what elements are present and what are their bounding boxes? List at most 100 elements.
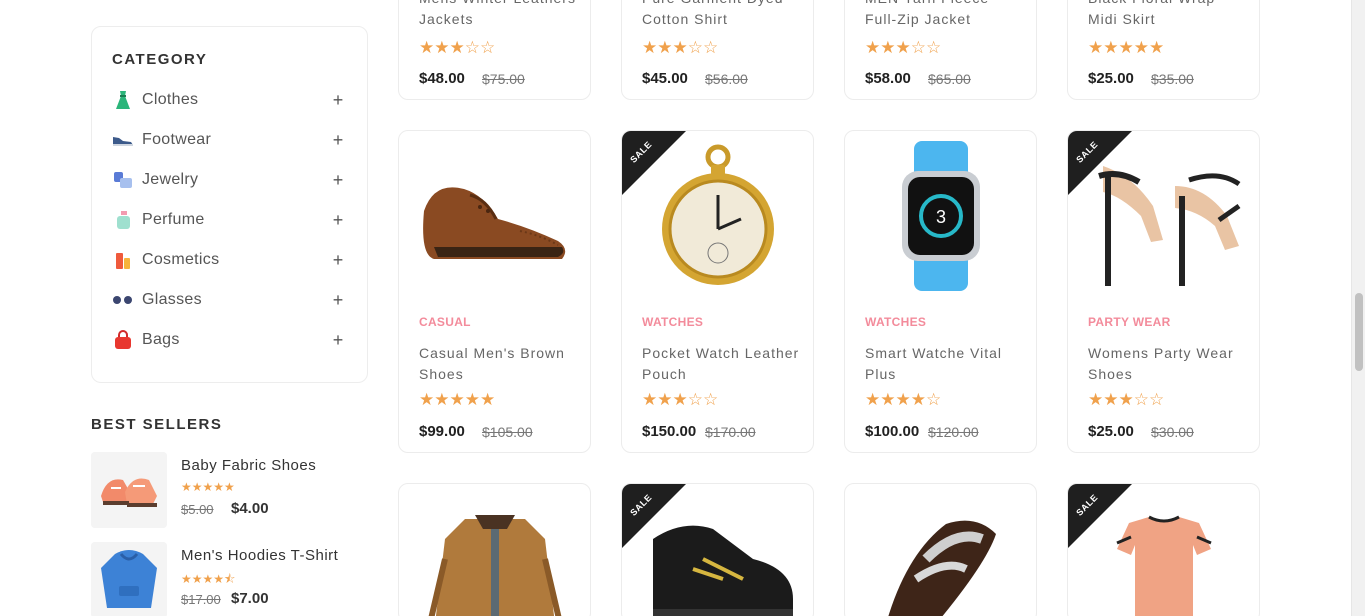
category-item-glasses[interactable]: Glasses + bbox=[112, 280, 347, 320]
best-sellers-title: BEST SELLERS bbox=[91, 416, 223, 433]
product-image[interactable]: 3 bbox=[845, 131, 1036, 301]
cosmetics-icon bbox=[112, 249, 134, 271]
old-price: $5.00 bbox=[181, 502, 214, 517]
bag-icon bbox=[112, 329, 134, 351]
scrollbar-thumb[interactable] bbox=[1355, 293, 1363, 371]
price: $150.00 bbox=[642, 423, 697, 440]
product-card[interactable]: 3 WATCHES Smart Watche Vital Plus ★★★★☆ … bbox=[844, 130, 1037, 453]
best-seller-name[interactable]: Men's Hoodies T-Shirt bbox=[181, 547, 338, 564]
sale-badge: SALE bbox=[622, 131, 686, 195]
old-price: $56.00 bbox=[705, 71, 748, 87]
product-card[interactable]: Mens Winter Leathers Jackets ★★★☆☆ $48.0… bbox=[398, 0, 591, 100]
rating-stars: ★★★★☆ bbox=[865, 390, 942, 409]
rating-stars: ★★★★★ bbox=[1088, 38, 1165, 57]
price: $48.00 bbox=[419, 70, 465, 87]
product-title[interactable]: Casual Men's Brown Shoes bbox=[419, 343, 579, 385]
product-title[interactable]: Smart Watche Vital Plus bbox=[865, 343, 1025, 385]
product-card[interactable]: MEN Yarn Fleece Full-Zip Jacket ★★★☆☆ $5… bbox=[844, 0, 1037, 100]
glasses-icon bbox=[112, 289, 134, 311]
product-card[interactable]: Black Floral Wrap Midi Skirt ★★★★★ $25.0… bbox=[1067, 0, 1260, 100]
product-title[interactable]: Womens Party Wear Shoes bbox=[1088, 343, 1248, 385]
product-card[interactable]: Pure Garment Dyed Cotton Shirt ★★★☆☆ $45… bbox=[621, 0, 814, 100]
price: $99.00 bbox=[419, 423, 465, 440]
expand-icon[interactable]: + bbox=[329, 210, 347, 231]
category-title: CATEGORY bbox=[112, 51, 208, 68]
expand-icon[interactable]: + bbox=[329, 330, 347, 351]
product-category[interactable]: WATCHES bbox=[865, 315, 926, 329]
category-item-cosmetics[interactable]: Cosmetics + bbox=[112, 240, 347, 280]
product-category[interactable]: PARTY WEAR bbox=[1088, 315, 1171, 329]
price: $100.00 bbox=[865, 423, 920, 440]
old-price: $65.00 bbox=[928, 71, 971, 87]
category-label: Perfume bbox=[142, 211, 205, 228]
price: $58.00 bbox=[865, 70, 911, 87]
price: $25.00 bbox=[1088, 423, 1134, 440]
product-image[interactable] bbox=[399, 484, 590, 616]
category-item-jewelry[interactable]: Jewelry + bbox=[112, 160, 347, 200]
product-image[interactable] bbox=[845, 484, 1036, 616]
product-category[interactable]: CASUAL bbox=[419, 315, 471, 329]
shoe-icon bbox=[112, 129, 134, 151]
product-card[interactable]: CASUAL Casual Men's Brown Shoes ★★★★★ $9… bbox=[398, 130, 591, 453]
product-card[interactable] bbox=[844, 483, 1037, 616]
price: $4.00 bbox=[231, 500, 269, 517]
old-price: $30.00 bbox=[1151, 424, 1194, 440]
product-card[interactable]: SALE bbox=[1067, 483, 1260, 616]
product-category[interactable]: WATCHES bbox=[642, 315, 703, 329]
best-seller-name[interactable]: Baby Fabric Shoes bbox=[181, 457, 316, 474]
sale-badge: SALE bbox=[622, 484, 686, 548]
category-label: Cosmetics bbox=[142, 251, 220, 268]
expand-icon[interactable]: + bbox=[329, 290, 347, 311]
jewelry-icon bbox=[112, 169, 134, 191]
sale-badge: SALE bbox=[1068, 484, 1132, 548]
best-seller-item[interactable]: Men's Hoodies T-Shirt ★★★★⯪ $17.00 $7.00 bbox=[91, 542, 371, 616]
rating-stars: ★★★★★ bbox=[419, 390, 496, 409]
old-price: $75.00 bbox=[482, 71, 525, 87]
watch-display-value: 3 bbox=[935, 207, 945, 227]
expand-icon[interactable]: + bbox=[329, 90, 347, 111]
category-label: Bags bbox=[142, 331, 180, 348]
dress-icon bbox=[112, 89, 134, 111]
category-label: Jewelry bbox=[142, 171, 199, 188]
category-label: Clothes bbox=[142, 91, 199, 108]
old-price: $105.00 bbox=[482, 424, 533, 440]
old-price: $35.00 bbox=[1151, 71, 1194, 87]
product-card[interactable]: SALE WATCHES Pocket Watch Leather Pouch … bbox=[621, 130, 814, 453]
rating-stars: ★★★☆☆ bbox=[865, 38, 942, 57]
category-item-bags[interactable]: Bags + bbox=[112, 320, 347, 360]
price: $25.00 bbox=[1088, 70, 1134, 87]
category-label: Glasses bbox=[142, 291, 202, 308]
rating-stars: ★★★★★ bbox=[181, 480, 235, 494]
expand-icon[interactable]: + bbox=[329, 250, 347, 271]
perfume-icon bbox=[112, 209, 134, 231]
category-panel: CATEGORY Clothes + Footwear + Jewelry + … bbox=[91, 26, 368, 383]
page-scrollbar[interactable] bbox=[1351, 0, 1365, 616]
category-item-footwear[interactable]: Footwear + bbox=[112, 120, 347, 160]
price: $7.00 bbox=[231, 590, 269, 607]
rating-stars: ★★★★⯪ bbox=[181, 572, 236, 586]
expand-icon[interactable]: + bbox=[329, 170, 347, 191]
category-label: Footwear bbox=[142, 131, 212, 148]
product-image[interactable] bbox=[399, 131, 590, 301]
product-card[interactable]: SALE bbox=[621, 483, 814, 616]
best-seller-item[interactable]: Baby Fabric Shoes ★★★★★ $5.00 $4.00 bbox=[91, 452, 371, 530]
product-title[interactable]: Pure Garment Dyed Cotton Shirt bbox=[642, 0, 802, 30]
rating-stars: ★★★☆☆ bbox=[642, 390, 719, 409]
old-price: $170.00 bbox=[705, 424, 756, 440]
sale-badge: SALE bbox=[1068, 131, 1132, 195]
product-title[interactable]: MEN Yarn Fleece Full-Zip Jacket bbox=[865, 0, 1025, 30]
product-card[interactable]: SALE PARTY WEAR Womens Party Wear Shoes … bbox=[1067, 130, 1260, 453]
price: $45.00 bbox=[642, 70, 688, 87]
expand-icon[interactable]: + bbox=[329, 130, 347, 151]
product-title[interactable]: Pocket Watch Leather Pouch bbox=[642, 343, 802, 385]
category-item-clothes[interactable]: Clothes + bbox=[112, 80, 347, 120]
baby-shoes-image[interactable] bbox=[91, 452, 167, 528]
rating-stars: ★★★☆☆ bbox=[419, 38, 496, 57]
product-title[interactable]: Mens Winter Leathers Jackets bbox=[419, 0, 579, 30]
category-item-perfume[interactable]: Perfume + bbox=[112, 200, 347, 240]
old-price: $17.00 bbox=[181, 592, 221, 607]
product-card[interactable] bbox=[398, 483, 591, 616]
hoodie-image[interactable] bbox=[91, 542, 167, 616]
product-title[interactable]: Black Floral Wrap Midi Skirt bbox=[1088, 0, 1248, 30]
rating-stars: ★★★☆☆ bbox=[1088, 390, 1165, 409]
